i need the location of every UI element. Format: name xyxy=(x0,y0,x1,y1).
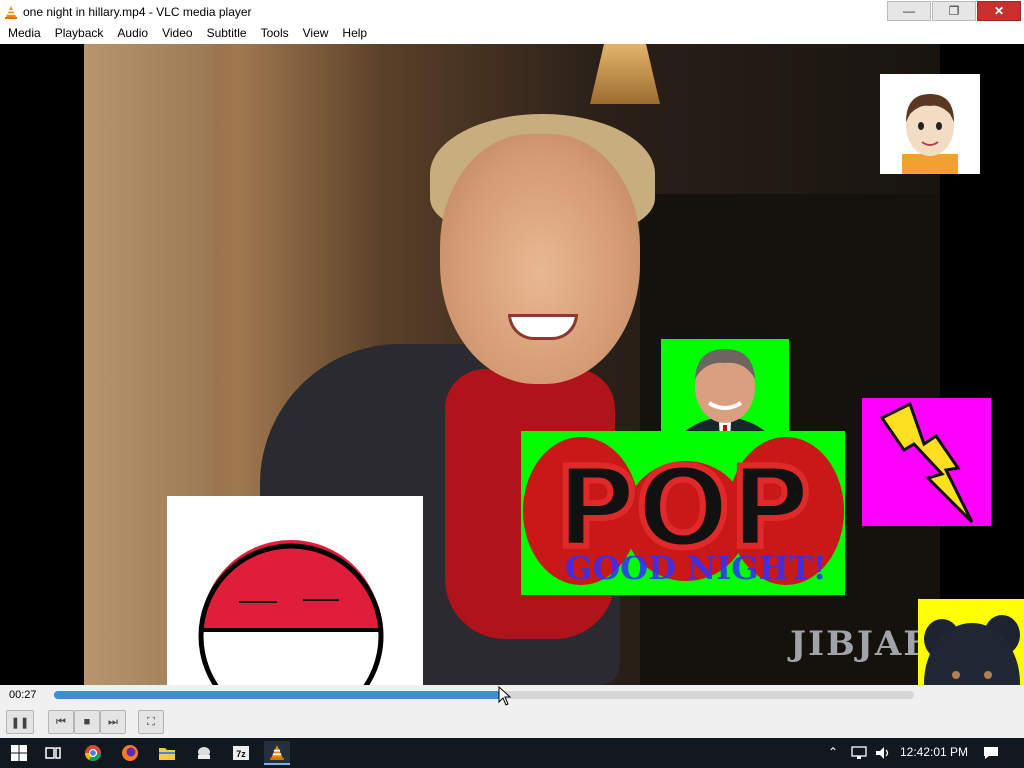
svg-text:7z: 7z xyxy=(236,749,246,759)
tray-chevron-up-icon[interactable]: ⌃ xyxy=(828,745,838,759)
pause-button[interactable]: ❚❚ xyxy=(6,710,34,734)
next-icon: ⏭ xyxy=(108,715,118,728)
menu-video[interactable]: Video xyxy=(155,23,199,44)
taskbar-chrome[interactable] xyxy=(80,741,106,765)
menu-playback[interactable]: Playback xyxy=(48,23,111,44)
minimize-icon: — xyxy=(903,4,915,18)
video-face xyxy=(440,134,640,384)
menu-media[interactable]: Media xyxy=(1,23,48,44)
vlc-cone-icon xyxy=(5,5,17,19)
title-bar: one night in hillary.mp4 - VLC media pla… xyxy=(0,0,1024,23)
firefox-icon xyxy=(122,745,138,761)
restore-icon: ❐ xyxy=(948,4,960,18)
jibjab-watermark: JIBJAB xyxy=(790,624,934,664)
seek-slider[interactable] xyxy=(54,691,914,699)
stop-icon: ■ xyxy=(83,716,91,728)
7zip-icon: 7z xyxy=(233,746,249,760)
app-hat-icon xyxy=(198,747,210,759)
lightning-bolt-icon xyxy=(879,401,974,524)
menu-subtitle[interactable]: Subtitle xyxy=(200,23,254,44)
vlc-taskbar-icon xyxy=(270,745,284,760)
previous-icon: ⏮ xyxy=(56,715,66,728)
taskbar: 7z ⌃ 12:42:01 PM xyxy=(0,738,1024,768)
stop-button[interactable]: ■ xyxy=(74,710,100,734)
folder-icon xyxy=(159,748,175,760)
close-icon: ✕ xyxy=(993,4,1005,18)
menu-help[interactable]: Help xyxy=(335,23,374,44)
minimize-button[interactable]: — xyxy=(887,1,931,21)
menu-view[interactable]: View xyxy=(296,23,336,44)
task-view-icon xyxy=(45,747,61,759)
network-icon[interactable] xyxy=(850,745,868,761)
taskbar-7zip[interactable]: 7z xyxy=(228,741,254,765)
taskbar-file-explorer[interactable] xyxy=(154,741,180,765)
lightning-sticker xyxy=(862,398,991,526)
taskbar-clock[interactable]: 12:42:01 PM xyxy=(900,745,968,759)
previous-button[interactable]: ⏮ xyxy=(48,710,74,734)
mouse-cursor-icon xyxy=(498,686,512,706)
close-button[interactable]: ✕ xyxy=(977,1,1021,21)
taskbar-app-5[interactable] xyxy=(191,741,217,765)
taskbar-firefox[interactable] xyxy=(117,741,143,765)
maximize-button[interactable]: ❐ xyxy=(932,1,976,21)
fullscreen-icon: ⛶ xyxy=(147,715,155,728)
pokeball-sticker xyxy=(167,496,423,685)
controls-row: ❚❚ ⏮ ■ ⏭ ⛶ xyxy=(0,705,1024,738)
mii-face-icon xyxy=(902,94,958,174)
task-view-button[interactable] xyxy=(40,741,66,765)
video-canvas[interactable]: JIBJAB POP GOOD NIGHT! xyxy=(0,44,1024,685)
seek-row: 00:27 xyxy=(0,685,1024,705)
notifications-icon[interactable] xyxy=(982,745,1000,761)
vlc-window: one night in hillary.mp4 - VLC media pla… xyxy=(0,0,1024,738)
seek-progress xyxy=(54,691,502,699)
pop-sticker: POP GOOD NIGHT! xyxy=(521,431,845,595)
mii-sticker xyxy=(880,74,980,174)
start-button[interactable] xyxy=(6,741,32,765)
pause-icon: ❚❚ xyxy=(10,716,30,729)
goodnight-text: GOOD NIGHT! xyxy=(565,549,827,587)
fullscreen-button[interactable]: ⛶ xyxy=(138,710,164,734)
taskbar-vlc[interactable] xyxy=(264,741,290,765)
menu-tools[interactable]: Tools xyxy=(254,23,296,44)
elapsed-time: 00:27 xyxy=(9,689,37,701)
window-title: one night in hillary.mp4 - VLC media pla… xyxy=(23,4,252,19)
chrome-icon xyxy=(84,745,102,762)
pokeball-drawing-icon xyxy=(198,540,384,685)
next-button[interactable]: ⏭ xyxy=(100,710,126,734)
menu-bar: Media Playback Audio Video Subtitle Tool… xyxy=(0,23,1024,44)
windows-logo-icon xyxy=(11,745,27,761)
volume-icon[interactable] xyxy=(874,745,892,761)
menu-audio[interactable]: Audio xyxy=(110,23,155,44)
